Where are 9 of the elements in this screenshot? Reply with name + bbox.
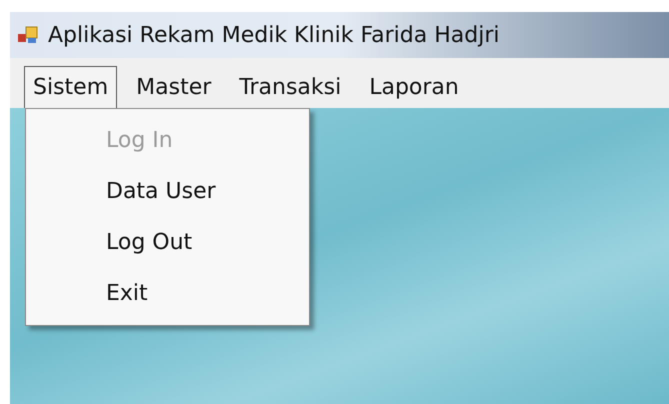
menu-option[interactable]: Data User xyxy=(106,166,216,217)
menu-item[interactable]: Master xyxy=(127,66,220,108)
menu-item[interactable]: Sistem xyxy=(24,66,118,108)
menu-option[interactable]: Log Out xyxy=(106,217,192,268)
menu-option[interactable]: Exit xyxy=(106,268,148,319)
app-icon xyxy=(16,25,40,45)
menu-item[interactable]: Laporan xyxy=(360,66,468,108)
menu-item[interactable]: Transaksi xyxy=(230,66,350,108)
window-title: Aplikasi Rekam Medik Klinik Farida Hadjri xyxy=(48,22,500,50)
